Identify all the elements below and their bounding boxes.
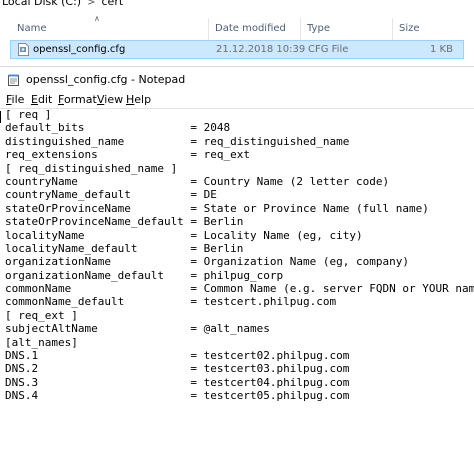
column-header-size[interactable]: Size bbox=[399, 20, 420, 38]
menu-file[interactable]: File bbox=[6, 92, 24, 108]
column-divider[interactable] bbox=[300, 18, 301, 40]
breadcrumb-separator: > bbox=[87, 0, 96, 8]
column-header-date-modified[interactable]: Date modified bbox=[215, 20, 286, 38]
config-file-icon bbox=[18, 43, 29, 56]
editor-line: DNS.4 = testcert05.philpug.com bbox=[5, 389, 350, 403]
editor-line: [ req ] bbox=[5, 108, 52, 121]
breadcrumb-item-local-disk[interactable]: Local Disk (C:) bbox=[2, 0, 81, 8]
editor-line: countryName = Country Name (2 letter cod… bbox=[5, 174, 390, 188]
editor-line: DNS.2 = testcert03.philpug.com bbox=[5, 362, 350, 376]
editor-line: commonName = Common Name (e.g. server FQ… bbox=[5, 282, 474, 296]
editor-line: organizationName_default = philpug_corp bbox=[5, 268, 284, 282]
menu-view[interactable]: View bbox=[97, 92, 123, 108]
notepad-window: openssl_config.cfg - Notepad File Edit F… bbox=[0, 66, 474, 455]
editor-line: req_extensions = req_ext bbox=[5, 148, 251, 162]
editor-line: subjectAltName = @alt_names bbox=[5, 322, 270, 336]
editor-line: commonName_default = testcert.philpug.co… bbox=[5, 295, 337, 309]
chevron-up-icon[interactable]: ∧ bbox=[94, 14, 100, 23]
editor-line: [ req_distinguished_name ] bbox=[5, 161, 178, 175]
menu-help[interactable]: Help bbox=[126, 92, 151, 108]
editor-line: organizationName = Organization Name (eg… bbox=[5, 255, 409, 269]
menu-bar: File Edit Format View Help bbox=[0, 92, 474, 108]
column-header-name[interactable]: Name bbox=[17, 20, 47, 38]
text-caret bbox=[0, 111, 1, 123]
breadcrumb: Local Disk (C:) > cert bbox=[2, 0, 123, 9]
editor-line: default_bits = 2048 bbox=[5, 121, 231, 135]
file-name[interactable]: openssl_config.cfg bbox=[33, 41, 125, 58]
file-explorer: Local Disk (C:) > cert ∧ Name Date modifie… bbox=[0, 0, 474, 66]
file-type: CFG File bbox=[308, 44, 349, 55]
editor-content[interactable]: [ req ] default_bits = 2048 distinguishe… bbox=[5, 108, 474, 403]
column-divider[interactable] bbox=[392, 18, 393, 40]
notepad-icon bbox=[8, 74, 19, 86]
editor-line: [ req_ext ] bbox=[5, 308, 78, 322]
menu-format[interactable]: Format bbox=[58, 92, 97, 108]
text-editor[interactable]: [ req ] default_bits = 2048 distinguishe… bbox=[0, 108, 474, 455]
window-title: openssl_config.cfg - Notepad bbox=[26, 73, 186, 86]
editor-line: stateOrProvinceName = State or Province … bbox=[5, 201, 429, 215]
editor-line: localityName = Locality Name (eg, city) bbox=[5, 228, 363, 242]
file-date-modified: 21.12.2018 10:39 bbox=[216, 44, 306, 55]
menu-edit[interactable]: Edit bbox=[31, 92, 52, 108]
file-size: 1 KB bbox=[430, 44, 453, 55]
file-row[interactable]: openssl_config.cfg 21.12.2018 10:39 CFG … bbox=[10, 40, 464, 59]
editor-line: localityName_default = Berlin bbox=[5, 241, 244, 255]
column-divider[interactable] bbox=[208, 18, 209, 40]
breadcrumb-item-cert[interactable]: cert bbox=[102, 0, 124, 8]
editor-line: stateOrProvinceName_default = Berlin bbox=[5, 215, 244, 229]
editor-line: distinguished_name = req_distinguished_n… bbox=[5, 134, 350, 148]
title-bar[interactable]: openssl_config.cfg - Notepad bbox=[0, 70, 474, 90]
editor-line: [alt_names] bbox=[5, 335, 78, 349]
editor-line: DNS.1 = testcert02.philpug.com bbox=[5, 349, 350, 363]
column-header-type[interactable]: Type bbox=[307, 20, 330, 38]
editor-line: countryName_default = DE bbox=[5, 188, 217, 202]
editor-line: DNS.3 = testcert04.philpug.com bbox=[5, 375, 350, 389]
